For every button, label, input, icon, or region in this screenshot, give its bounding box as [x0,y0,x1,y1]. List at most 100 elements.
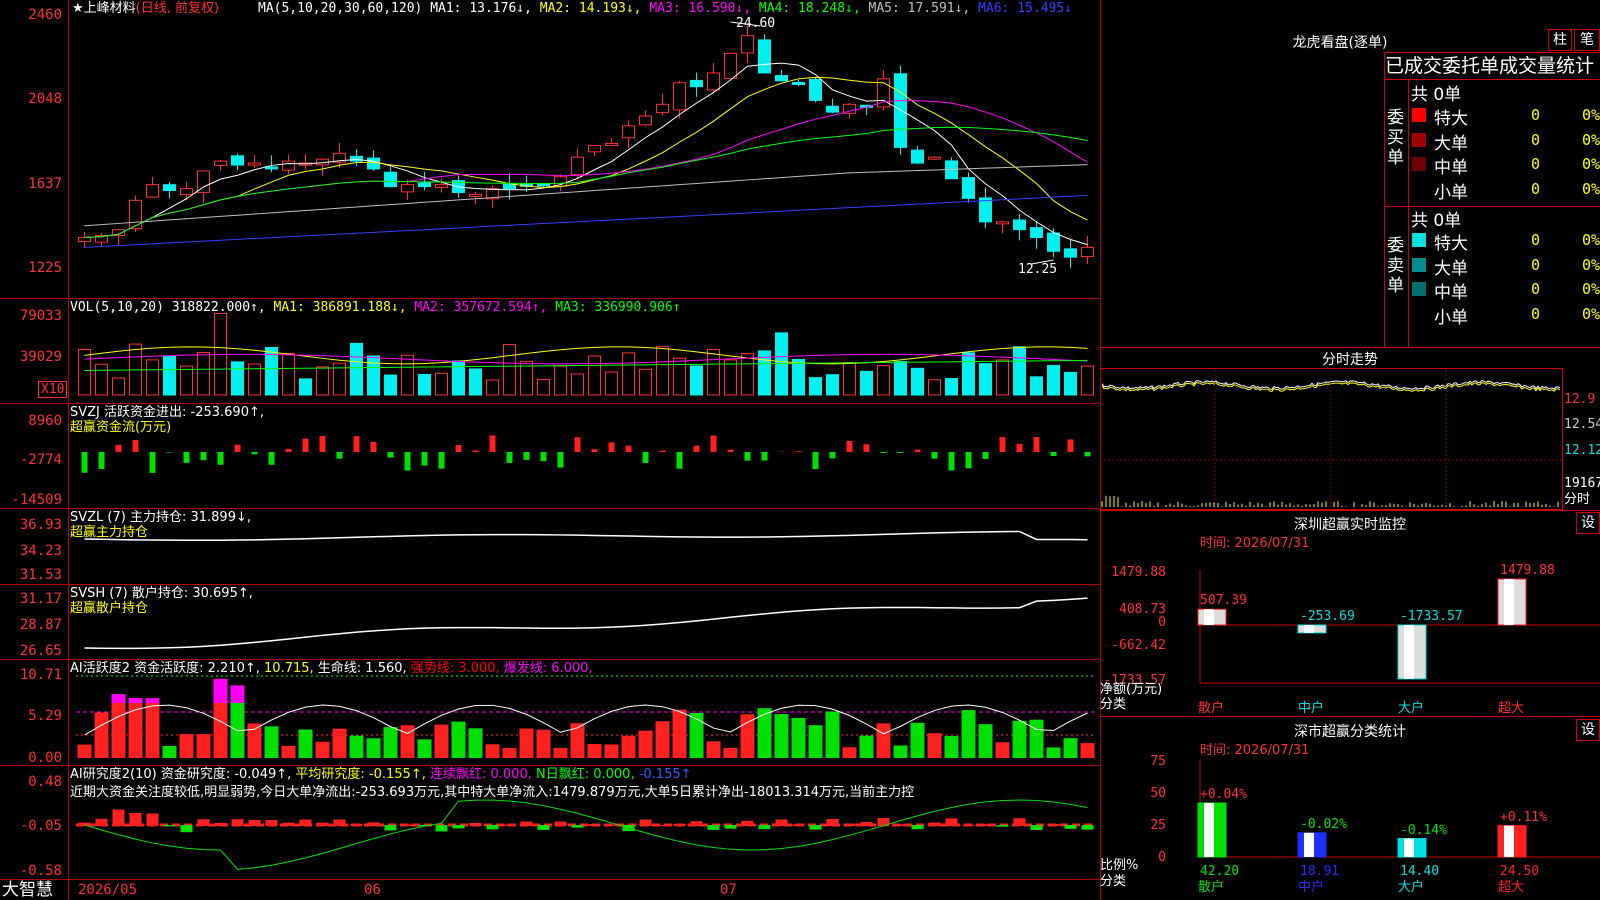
volume-bar [928,379,941,396]
dragon-title: 龙虎看盘(逐单) [1292,35,1388,51]
volume-bar [690,365,703,396]
candle-body [758,39,771,74]
activity-bar [689,713,704,758]
intraday-vol-unit: 分时 [1564,492,1591,507]
vol-unit-badge: X10 [38,381,68,398]
svzj-subtitle: 超赢资金流(万元) [70,420,172,435]
fundflow-bar [540,452,547,462]
svsh-line [84,597,1088,650]
research-bar [945,818,958,826]
stock-name[interactable]: ★上峰材料(日线, 前复权) [72,1,219,17]
sell-row-count: 0 [1530,304,1540,323]
ma-legend-item: MA2: 14.193↓, [539,1,650,16]
volume-bar [860,370,873,396]
candle-body [656,103,669,114]
fundflow-bar [404,452,411,471]
fundflow-bar [863,444,870,452]
candle-body [1013,219,1026,231]
activity-bar [910,722,925,758]
fundflow-bar [659,450,666,452]
sz-class-cat-label: 分类 [1100,874,1127,889]
activity-bar [536,729,551,758]
ai-legend-item: 生命线: 1.560, [317,661,411,676]
volume-bar [367,355,380,396]
research-bar [282,822,295,826]
category-change: -0.14% [1400,822,1447,838]
activity-bar [298,729,313,758]
buy-row-pct: 0% [1581,106,1600,124]
volume-bar [809,377,822,396]
ma5-line [84,62,1088,246]
svzl-line [84,530,1088,542]
fundflow-bar [336,452,343,459]
research-bar [928,822,941,826]
category-bar-highlight [1404,625,1414,679]
category-value: 507.39 [1200,593,1247,609]
fundflow-bar [81,452,88,473]
fundflow-bar [829,452,836,459]
tab-pen-view[interactable]: 笔 [1574,29,1600,51]
candle-body [78,237,91,242]
tab-bar-view[interactable]: 柱 [1548,29,1572,51]
research-bar [265,820,278,826]
high-price-mark: 24.60 [736,16,776,31]
candle-body [163,184,176,192]
research-bar [690,821,703,826]
activity-peak [230,685,245,703]
fundflow-bar [115,444,122,452]
category-value: 18.91 [1300,864,1340,879]
tab-orders[interactable]: 委托单 [1442,55,1499,77]
fundflow-bar [642,452,649,463]
research-bar [129,812,142,826]
sz-class-settings-button[interactable]: 设 [1576,719,1600,741]
activity-bar [485,744,500,758]
intraday-chart[interactable] [1100,368,1563,510]
fundflow-bar [744,452,751,461]
candle-body [129,199,142,230]
research-bar [401,824,414,826]
candle-body [418,182,431,188]
fundflow-bar [149,452,156,473]
research-bar [146,813,159,826]
svsh-tick: 26.65 [19,643,62,659]
sz-monitor-settings-button[interactable]: 设 [1576,512,1600,534]
sell-row-label: 大单 [1434,258,1468,279]
activity-bar [808,725,823,758]
candle-body [809,78,822,101]
intraday-price-tick: 12.9 [1564,392,1596,407]
volume-bar [469,368,482,396]
research-bar [1030,825,1043,831]
activity-bar [247,723,262,758]
candle-body [214,160,227,166]
candle-body [469,193,482,197]
fundflow-bar [251,452,258,455]
tab-deals[interactable]: 已成交 [1385,55,1442,77]
volume-bar [843,362,856,396]
activity-bar [961,710,976,758]
volume-bar [996,359,1009,396]
research-bar [486,825,499,830]
research-bar [843,823,856,826]
candle-body [690,79,703,88]
sell-row-pct: 0% [1581,304,1600,323]
volume-bar [1030,376,1043,396]
ma20-line [84,99,1088,239]
activity-bar [519,728,534,758]
activity-bar [621,735,636,758]
candle-body [707,72,720,91]
divider [0,403,1100,404]
fundflow-bar [710,435,717,452]
activity-bar [502,747,517,758]
tab-volume-stats[interactable]: 成交量统计 [1499,55,1594,77]
volume-bar [622,352,635,396]
sell-row-pct: 0% [1581,255,1600,274]
activity-peak [128,698,143,703]
buy-row-swatch [1412,108,1426,122]
activity-bar [927,733,942,758]
svsh-subtitle: 超赢散户持仓 [70,601,149,616]
candle-body [962,177,975,199]
divider [0,879,1100,880]
research-bar [656,824,669,826]
activity-bar [604,744,619,758]
dragon-tabs: 已成交委托单成交量统计 [1384,52,1600,80]
